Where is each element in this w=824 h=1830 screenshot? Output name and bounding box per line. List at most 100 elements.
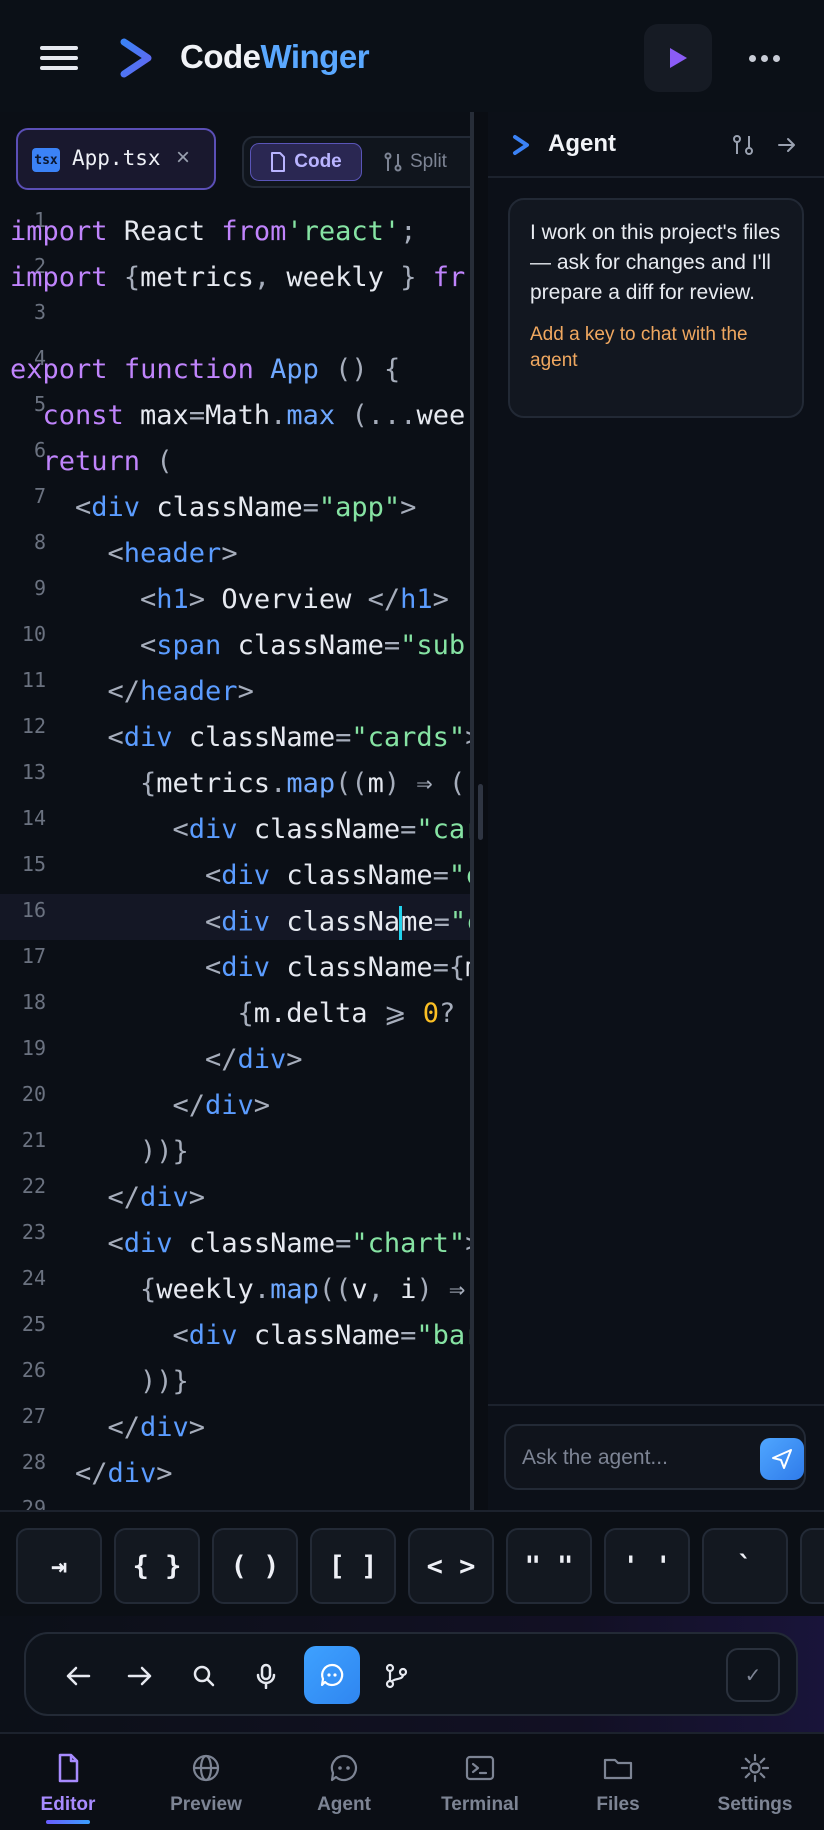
code-line[interactable]: 1 import React from'react'; [0,204,472,250]
code-token: h1 [156,584,189,615]
code-line[interactable]: 8 <header> [0,526,472,572]
code-line[interactable]: 2 import {metrics, weekly } fr [0,250,472,296]
code-token: > [188,1412,206,1443]
code-token: metrics [156,768,271,799]
code-token: . [270,400,287,431]
symbol-key[interactable]: [ ] [310,1528,396,1604]
symbol-key[interactable] [800,1528,824,1604]
logo-icon [120,38,152,78]
code-token: div [123,722,173,753]
code-token: className [253,814,401,845]
symbol-key[interactable]: ( ) [212,1528,298,1604]
code-text: {metrics.map((m) ⇒ ( [140,768,465,799]
code-line[interactable]: 5 const max=Math.max (...wee [0,388,472,434]
nav-preview[interactable]: Preview [146,1752,266,1830]
code-text: </div> [205,1044,303,1075]
code-line[interactable]: 3 [0,296,472,342]
agent-chat-button[interactable] [304,1646,360,1704]
code-text: </div> [173,1090,271,1121]
code-token: className [286,952,433,983]
line-number: 24 [21,1266,46,1290]
code-text: return ( [43,446,173,477]
symbol-key[interactable]: ⇥ [16,1528,102,1604]
code-line[interactable]: 27 </div> [0,1400,472,1446]
symbol-key[interactable]: ` [702,1528,788,1604]
code-token: > [237,676,254,707]
confirm-button[interactable]: ✓ [726,1648,780,1702]
split-view-button[interactable]: Split [384,143,472,181]
code-token: = [432,952,449,983]
code-line[interactable]: 14 <div className="car [0,802,472,848]
code-line[interactable]: 10 <span className="sub' [0,618,472,664]
branch-icon[interactable] [732,134,754,156]
nav-settings[interactable]: Settings [695,1752,815,1830]
action-zone: ✓ [0,1616,824,1732]
code-line[interactable]: 25 <div className="bar [0,1308,472,1354]
code-line[interactable]: 29 [0,1492,472,1510]
code-token: map [270,1274,319,1305]
line-number: 21 [21,1128,46,1152]
code-token: = [188,400,206,431]
send-button[interactable] [760,1438,804,1480]
api-key-warning[interactable]: Add a key to chat with the agent [530,322,782,374]
nav-terminal-label: Terminal [441,1794,519,1815]
back-button[interactable] [56,1654,100,1698]
symbol-key[interactable]: < > [408,1528,494,1604]
code-line[interactable]: 20 </div> [0,1078,472,1124]
run-button[interactable] [644,24,712,92]
code-line[interactable]: 7 <div className="app"> [0,480,472,526]
code-line[interactable]: 17 <div className={m [0,940,472,986]
code-line[interactable]: 19 </div> [0,1032,472,1078]
agent-input[interactable] [522,1440,742,1476]
voice-button[interactable] [244,1654,288,1698]
git-button[interactable] [374,1654,418,1698]
agent-pane: Agent I work on this project's files — a… [488,112,824,1510]
code-text: <div className="bar [173,1320,473,1351]
file-tab-name: App.tsx [72,146,161,170]
code-token: ))} [140,1366,189,1397]
action-bar: ✓ [24,1632,798,1716]
code-line[interactable]: 11 </header> [0,664,472,710]
code-line[interactable]: 24 {weekly.map((v, i) ⇒ [0,1262,472,1308]
code-view-button[interactable]: Code [250,143,362,181]
forward-button[interactable] [118,1654,162,1698]
symbol-key[interactable]: " " [506,1528,592,1604]
nav-terminal[interactable]: Terminal [420,1752,540,1830]
code-editor[interactable]: 1 import React from'react'; 2 import {metri… [0,204,472,1510]
code-line[interactable]: 23 <div className="chart"> [0,1216,472,1262]
code-token: fr [432,262,466,293]
code-line[interactable]: 26))} [0,1354,472,1400]
code-line[interactable]: 12 <div className="cards"> [0,710,472,756]
symbol-key[interactable]: ' ' [604,1528,690,1604]
more-options-button[interactable] [744,40,784,76]
git-branch-icon [385,1663,408,1689]
nav-files[interactable]: Files [558,1752,678,1830]
code-line[interactable]: 13 {metrics.map((m) ⇒ ( [0,756,472,802]
code-line[interactable]: 4 export function App () { [0,342,472,388]
code-text: <div className="app"> [75,492,416,523]
nav-agent[interactable]: Agent [284,1752,404,1830]
code-line[interactable]: 15 <div className="c [0,848,472,894]
code-token: < [205,860,222,891]
code-token: () [335,354,368,385]
code-line[interactable]: 18 {m.delta ⩾ 0? [0,986,472,1032]
pane-divider[interactable] [470,112,474,1510]
symbol-key[interactable]: { } [114,1528,200,1604]
editor-scrollbar[interactable] [478,784,483,840]
code-token: className [156,492,303,523]
code-token: weekly [286,262,384,293]
code-line[interactable]: 16 <div className="c [0,894,472,940]
code-line[interactable]: 22 </div> [0,1170,472,1216]
code-line[interactable]: 9 <h1> Overview </h1> [0,572,472,618]
menu-icon[interactable] [40,46,78,70]
code-token: ⇒ [416,768,433,799]
close-tab-icon[interactable]: × [176,144,190,172]
search-button[interactable] [182,1654,226,1698]
code-token: className [286,860,433,891]
code-line[interactable]: 28 </div> [0,1446,472,1492]
nav-editor[interactable]: Editor [8,1752,128,1830]
code-line[interactable]: 6 return ( [0,434,472,480]
collapse-panel-icon[interactable] [776,134,798,156]
file-tab[interactable]: tsx App.tsx × [16,128,216,190]
code-line[interactable]: 21))} [0,1124,472,1170]
